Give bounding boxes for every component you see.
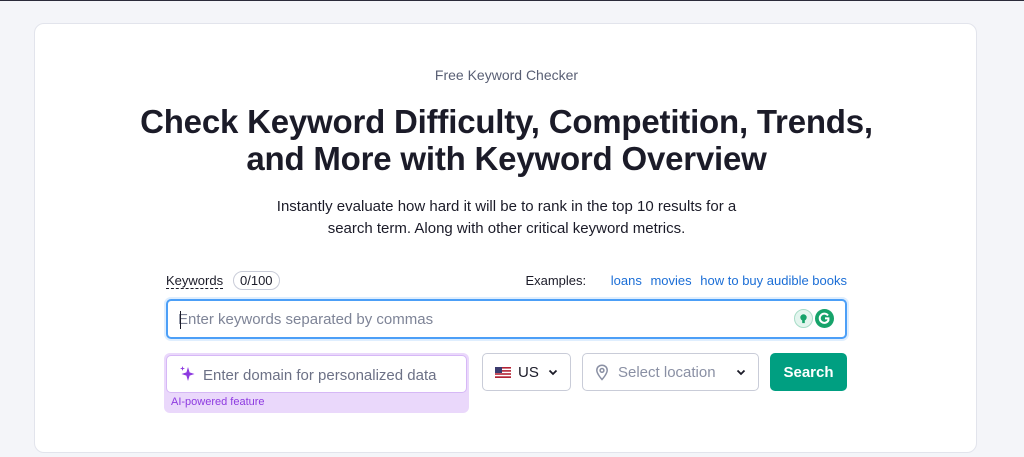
examples-list: Examples: loans movies how to buy audibl…	[525, 273, 847, 288]
page-title: Check Keyword Difficulty, Competition, T…	[75, 103, 938, 177]
keywords-count-badge: 0/100	[233, 271, 280, 290]
country-value: US	[518, 364, 539, 381]
domain-input-box	[166, 355, 467, 393]
keywords-label[interactable]: Keywords	[166, 274, 224, 289]
example-link-movies[interactable]: movies	[650, 273, 691, 288]
subtitle-line-2: search term. Along with other critical k…	[327, 220, 686, 237]
subtitle-line-1: Instantly evaluate how hard it will be t…	[276, 198, 737, 215]
location-select[interactable]: Select location	[582, 353, 759, 391]
ai-feature-label: AI-powered feature	[171, 396, 265, 408]
search-button[interactable]: Search	[770, 353, 847, 391]
country-select[interactable]: US	[482, 353, 571, 391]
bulb-extension-icon[interactable]	[794, 309, 813, 328]
example-link-loans[interactable]: loans	[611, 273, 642, 288]
example-link-audible[interactable]: how to buy audible books	[700, 273, 847, 288]
sparkle-icon	[180, 366, 195, 381]
domain-ai-container: AI-powered feature	[164, 353, 469, 413]
keywords-input-container	[166, 299, 847, 339]
us-flag-icon	[495, 367, 511, 378]
chevron-down-icon	[736, 369, 746, 376]
page-subtitle: Instantly evaluate how hard it will be t…	[235, 196, 778, 240]
eyebrow-label: Free Keyword Checker	[434, 67, 579, 83]
chevron-down-icon	[548, 369, 558, 376]
location-placeholder: Select location	[618, 364, 716, 381]
top-border	[0, 0, 1024, 1]
title-line-2: and More with Keyword Overview	[246, 140, 767, 177]
keyword-checker-card: Free Keyword Checker Check Keyword Diffi…	[34, 23, 977, 453]
grammarly-icon[interactable]	[815, 309, 834, 328]
examples-label: Examples:	[525, 273, 587, 288]
text-cursor	[180, 311, 181, 329]
keywords-input[interactable]	[178, 308, 778, 330]
location-pin-icon	[596, 364, 608, 381]
domain-input[interactable]	[203, 364, 463, 386]
keywords-header-row: Keywords 0/100 Examples: loans movies ho…	[166, 271, 847, 291]
title-line-1: Check Keyword Difficulty, Competition, T…	[140, 103, 873, 140]
